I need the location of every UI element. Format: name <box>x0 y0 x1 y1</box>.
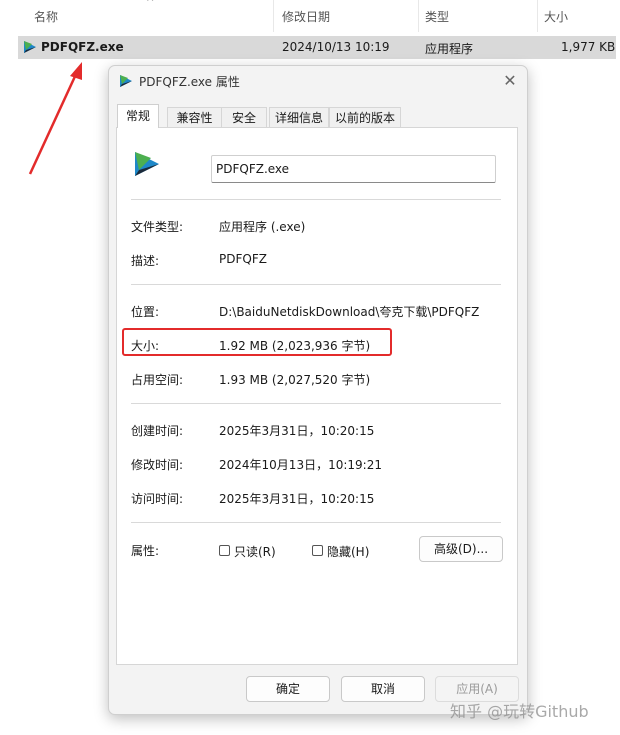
close-icon[interactable]: ✕ <box>497 68 523 94</box>
pdfqfz-app-icon <box>135 152 159 176</box>
ok-button[interactable]: 确定 <box>246 676 330 702</box>
screenshot-root: ^ 名称 修改日期 类型 大小 PDFQFZ.exe 2024/10/13 10… <box>0 0 620 735</box>
description-label: 描述: <box>131 254 160 268</box>
modified-label: 修改时间: <box>131 458 184 472</box>
advanced-button[interactable]: 高级(D)... <box>419 536 503 562</box>
file-type-value: 应用程序 (.exe) <box>219 220 306 234</box>
filename-input[interactable] <box>211 155 496 183</box>
column-type[interactable]: 类型 <box>425 8 449 25</box>
properties-dialog: PDFQFZ.exe 属性 ✕ 常规 兼容性 安全 详细信息 以前的版本 文件类… <box>108 65 528 715</box>
column-name[interactable]: 名称 <box>34 8 58 25</box>
dialog-titlebar[interactable]: PDFQFZ.exe 属性 ✕ <box>109 66 527 96</box>
readonly-label[interactable]: 只读(R) <box>234 543 276 560</box>
tab-details[interactable]: 详细信息 <box>269 107 329 127</box>
hidden-label[interactable]: 隐藏(H) <box>327 543 369 560</box>
created-label: 创建时间: <box>131 424 184 438</box>
location-label: 位置: <box>131 305 160 319</box>
cancel-button[interactable]: 取消 <box>341 676 425 702</box>
tab-general[interactable]: 常规 <box>117 104 159 128</box>
column-modified[interactable]: 修改日期 <box>282 8 330 25</box>
general-panel <box>116 127 518 665</box>
accessed-value: 2025年3月31日，10:20:15 <box>219 492 375 506</box>
created-value: 2025年3月31日，10:20:15 <box>219 424 375 438</box>
explorer-column-header: ^ 名称 修改日期 类型 大小 <box>0 0 620 32</box>
attributes-label: 属性: <box>131 544 160 558</box>
tab-compatibility[interactable]: 兼容性 <box>167 107 222 127</box>
disk-size-label: 占用空间: <box>131 373 184 387</box>
hidden-checkbox[interactable] <box>312 545 323 556</box>
file-type: 应用程序 <box>425 42 474 56</box>
file-name: PDFQFZ.exe <box>41 40 124 54</box>
divider <box>131 403 501 404</box>
accessed-label: 访问时间: <box>131 492 184 506</box>
file-size: 1,977 KB <box>561 40 616 54</box>
column-divider[interactable] <box>537 0 538 32</box>
location-value: D:\BaiduNetdiskDownload\夸克下载\PDFQFZ <box>219 305 480 319</box>
column-size[interactable]: 大小 <box>544 8 568 25</box>
size-highlight-box <box>122 328 392 356</box>
divider <box>131 522 501 523</box>
readonly-checkbox[interactable] <box>219 545 230 556</box>
file-modified: 2024/10/13 10:19 <box>282 40 390 54</box>
tab-previous-versions[interactable]: 以前的版本 <box>329 107 401 127</box>
pdfqfz-app-icon <box>120 75 132 87</box>
pdfqfz-app-icon <box>24 41 36 53</box>
file-type-label: 文件类型: <box>131 220 184 234</box>
sort-ascending-icon: ^ <box>146 0 155 8</box>
divider <box>131 284 501 285</box>
description-value: PDFQFZ <box>219 252 267 266</box>
modified-value: 2024年10月13日，10:19:21 <box>219 458 382 472</box>
red-annotation-arrow <box>28 62 82 175</box>
tab-security[interactable]: 安全 <box>221 107 267 127</box>
file-row-pdfqfz[interactable]: PDFQFZ.exe 2024/10/13 10:19 应用程序 1,977 K… <box>18 36 616 59</box>
dialog-title: PDFQFZ.exe 属性 <box>139 75 240 89</box>
divider <box>131 199 501 200</box>
column-divider[interactable] <box>273 0 274 32</box>
column-divider[interactable] <box>418 0 419 32</box>
disk-size-value: 1.93 MB (2,027,520 字节) <box>219 373 371 387</box>
zhihu-watermark: 知乎 @玩转Github <box>450 702 589 721</box>
